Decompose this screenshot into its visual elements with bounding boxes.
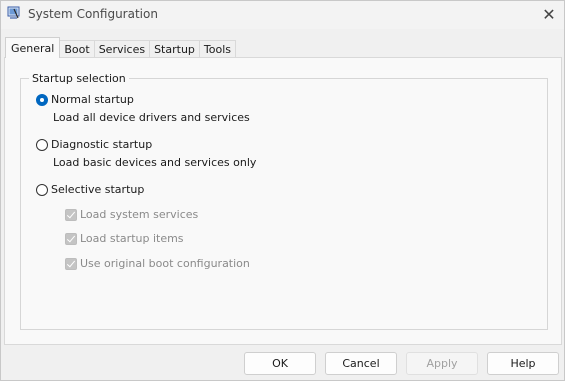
selective-startup-radio[interactable]: [36, 183, 48, 196]
load-system-services-option: Load system services: [65, 208, 198, 221]
normal-startup-option[interactable]: Normal startup: [36, 93, 134, 106]
system-configuration-window: System Configuration ✕ General Boot Serv…: [0, 0, 565, 381]
cancel-button[interactable]: Cancel: [325, 352, 397, 375]
msconfig-icon: [7, 6, 21, 20]
use-original-boot-config-option: Use original boot configuration: [65, 257, 250, 270]
load-startup-items-option: Load startup items: [65, 232, 184, 245]
tab-startup[interactable]: Startup: [149, 40, 200, 58]
tab-services[interactable]: Services: [93, 40, 151, 58]
load-startup-items-checkbox: [65, 232, 77, 245]
normal-startup-description: Load all device drivers and services: [53, 111, 250, 124]
diagnostic-startup-description: Load basic devices and services only: [53, 156, 257, 169]
diagnostic-startup-option[interactable]: Diagnostic startup: [36, 138, 152, 151]
selective-startup-option[interactable]: Selective startup: [36, 183, 144, 196]
normal-startup-label[interactable]: Normal startup: [51, 93, 134, 106]
selective-startup-label[interactable]: Selective startup: [51, 183, 144, 196]
use-original-boot-config-checkbox: [65, 257, 77, 270]
ok-button[interactable]: OK: [244, 352, 316, 375]
tab-boot[interactable]: Boot: [59, 40, 95, 58]
tab-strip: General Boot Services Startup Tools: [5, 37, 237, 58]
diagnostic-startup-radio[interactable]: [36, 138, 48, 151]
normal-startup-radio[interactable]: [36, 93, 48, 106]
apply-button[interactable]: Apply: [406, 352, 478, 375]
load-startup-items-label: Load startup items: [80, 232, 184, 245]
diagnostic-startup-label[interactable]: Diagnostic startup: [51, 138, 152, 151]
startup-selection-legend: Startup selection: [29, 72, 129, 85]
window-title: System Configuration: [28, 7, 158, 21]
tab-tools[interactable]: Tools: [198, 40, 237, 58]
load-system-services-checkbox: [65, 208, 77, 221]
load-system-services-label: Load system services: [80, 208, 199, 221]
general-tab-panel: Startup selection Normal startup Load al…: [4, 57, 562, 345]
help-button[interactable]: Help: [487, 352, 559, 375]
tab-general[interactable]: General: [5, 37, 61, 58]
use-original-boot-config-label: Use original boot configuration: [80, 257, 250, 270]
title-bar[interactable]: System Configuration ✕: [1, 1, 564, 29]
close-icon[interactable]: ✕: [534, 1, 564, 27]
